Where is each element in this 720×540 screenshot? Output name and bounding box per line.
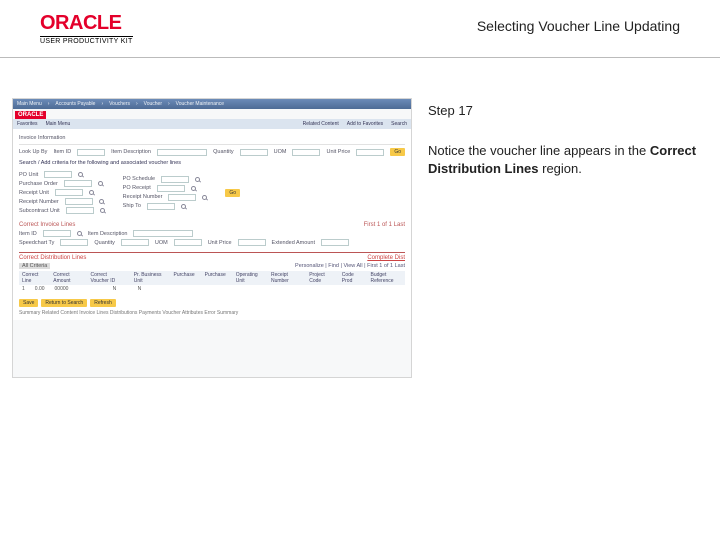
instruction-panel: Step 17 Notice the voucher line appears … xyxy=(428,98,708,378)
instruction-text: Notice the voucher line appears in the C… xyxy=(428,142,698,178)
oracle-logo: ORACLE xyxy=(40,12,133,35)
lookup-icon[interactable] xyxy=(195,177,200,182)
lookup-icon[interactable] xyxy=(191,186,196,191)
upk-subbrand: USER PRODUCTIVITY KIT xyxy=(40,36,133,45)
ss-menubar: Favorites Main Menu Related Content Add … xyxy=(13,119,411,129)
step-label: Step 17 xyxy=(428,102,698,120)
page-title: Selecting Voucher Line Updating xyxy=(477,18,680,34)
return-button[interactable]: Return to Search xyxy=(41,299,87,307)
embedded-screenshot: Main Menu› Accounts Payable› Vouchers› V… xyxy=(12,98,412,378)
ss-oracle-logo: ORACLE xyxy=(15,111,46,119)
go-button[interactable]: Go xyxy=(390,148,405,156)
table-row: 10.0000000 N N xyxy=(19,285,405,293)
lookup-icon[interactable] xyxy=(99,199,104,204)
lookup-icon[interactable] xyxy=(89,190,94,195)
lookup-icon[interactable] xyxy=(77,231,82,236)
save-button[interactable]: Save xyxy=(19,299,38,307)
go-button-2[interactable]: Go xyxy=(225,189,240,197)
lookup-icon[interactable] xyxy=(78,172,83,177)
dist-table-header: Correct Line Correct Amount Correct Vouc… xyxy=(19,271,405,285)
lookup-icon[interactable] xyxy=(202,195,207,200)
lookup-icon[interactable] xyxy=(181,204,186,209)
ss-breadcrumb: Main Menu› Accounts Payable› Vouchers› V… xyxy=(13,99,411,109)
region-correct-invoice-lines: Correct Invoice Lines First 1 of 1 Last xyxy=(19,222,405,228)
brand-block: ORACLE USER PRODUCTIVITY KIT xyxy=(40,12,133,45)
lookup-icon[interactable] xyxy=(100,208,105,213)
divider xyxy=(0,57,720,58)
refresh-button[interactable]: Refresh xyxy=(90,299,116,307)
region-correct-distribution-lines: Correct Distribution Lines Complete Dist xyxy=(19,252,405,261)
ss-footer-links: Summary Related Content Invoice Lines Di… xyxy=(19,310,405,316)
lookup-icon[interactable] xyxy=(98,181,103,186)
